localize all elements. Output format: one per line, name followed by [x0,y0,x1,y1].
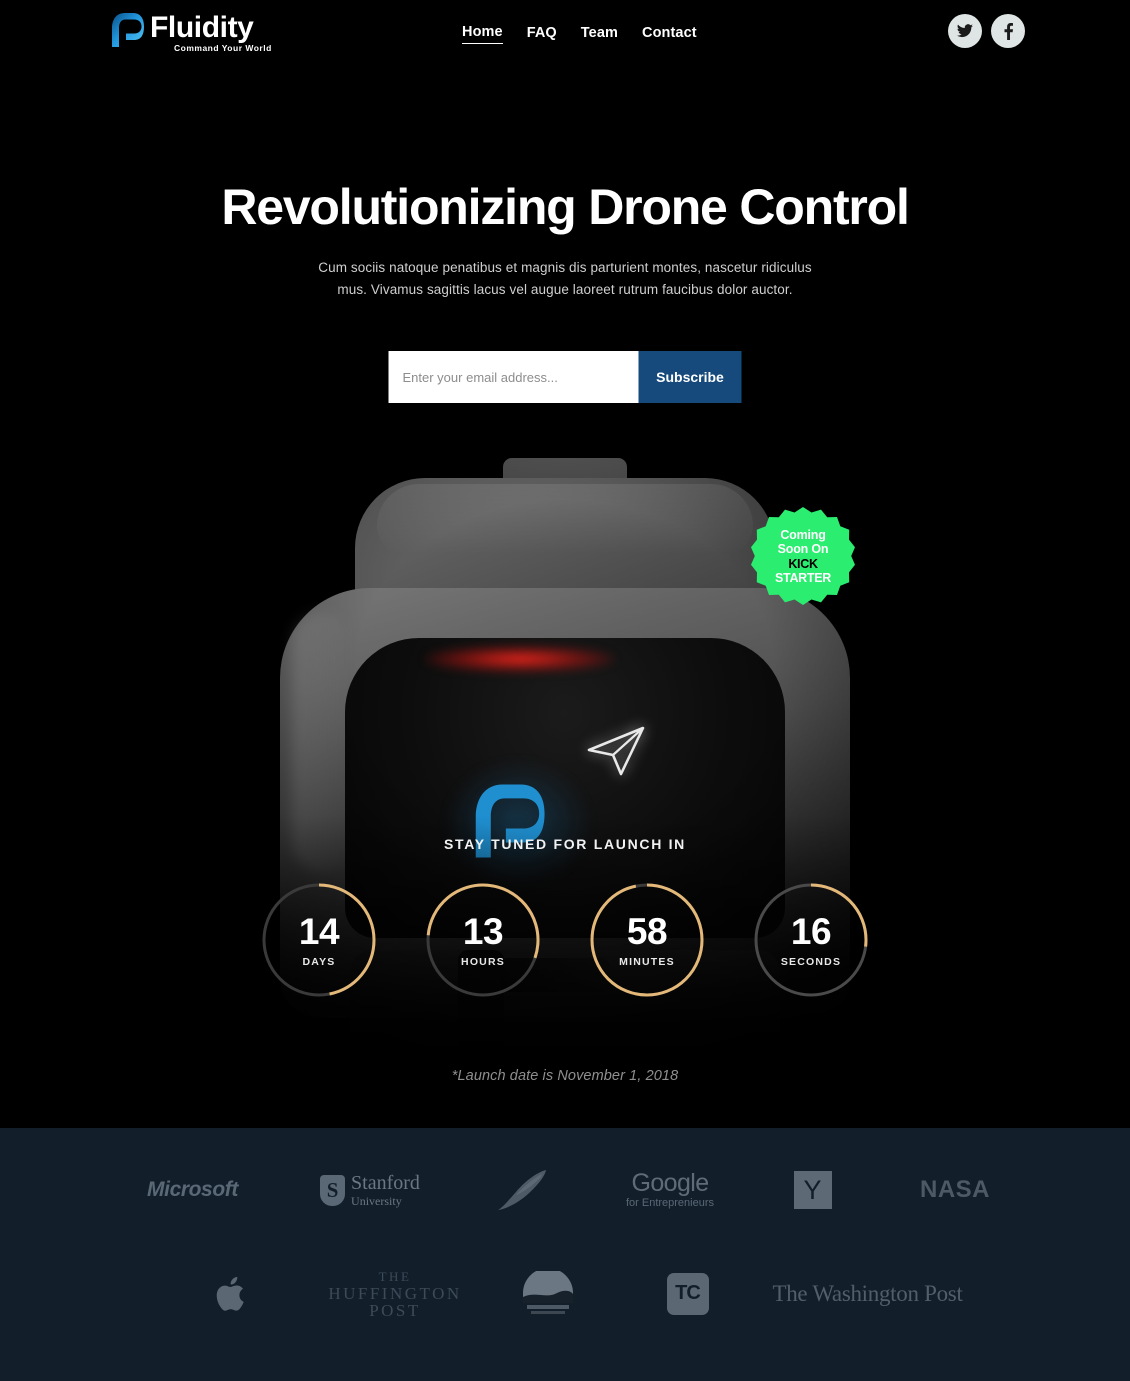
social-link-facebook[interactable] [991,14,1025,48]
partner-logo-ycombinator: Y [745,1171,880,1209]
main-nav: Home FAQ Team Contact [462,24,697,44]
kickstarter-badge[interactable]: Coming Soon On KICK STARTER [751,506,855,606]
techcrunch-logo: TC [666,1272,709,1315]
countdown-hours-value: 13 [462,910,504,952]
microsoft-logo: Microsoft [147,1178,238,1201]
nav-item-faq[interactable]: FAQ [527,25,557,44]
social-links [948,14,1025,48]
partner-logo-stanford: Stanford University [285,1171,455,1208]
page-title: Revolutionizing Drone Control [221,179,910,235]
partner-logo-google: Google for Entreprenieurs [595,1170,745,1210]
countdown-item-days: 14 DAYS [260,881,378,999]
washington-post-logo: The Washington Post [772,1280,963,1306]
partner-logo-trumbull [483,1270,613,1317]
partner-logo-wall: Microsoft Stanford University [0,1128,1130,1381]
partner-logo-nasa: NASA [880,1176,1030,1204]
subscribe-form: Subscribe [388,351,742,403]
countdown-days-unit: DAYS [302,955,336,968]
apple-logo-icon [216,1276,244,1311]
site-header: Fluidity Command Your World Home FAQ Tea… [0,0,1130,66]
google-wordmark: Google [631,1169,709,1197]
countdown-minutes-unit: MINUTES [619,955,675,968]
huffpost-line-2: HUFFINGTON [328,1284,462,1303]
countdown-days-value: 14 [298,910,340,952]
partner-logo-microsoft: Microsoft [100,1178,285,1202]
fluidity-f-mark-icon [112,13,144,47]
hero-subcopy: Cum sociis natoque penatibus et magnis d… [318,260,812,297]
logo-row-1: Microsoft Stanford University [0,1168,1130,1212]
brand-name: Fluidity [150,11,254,44]
paper-plane-icon [587,726,645,776]
partner-logo-washington-post: The Washington Post [763,1281,973,1307]
subscribe-button[interactable]: Subscribe [638,351,742,403]
stanford-seal-icon [320,1174,346,1206]
nasa-logo: NASA [919,1176,990,1203]
brand-tagline: Command Your World [174,43,272,53]
logo-row-2: THE HUFFINGTON POST TC The Washington Po… [0,1268,1130,1319]
stanford-logo: Stanford University [320,1171,420,1208]
stanford-line-1: Stanford [351,1171,420,1194]
countdown-hours-unit: HOURS [461,955,505,968]
ycombinator-logo: Y [793,1171,832,1209]
trumbull-logo-icon [522,1270,573,1314]
launch-date-note: *Launch date is November 1, 2018 [451,1068,679,1084]
facebook-icon [1004,22,1013,40]
feather-logo-icon [498,1170,546,1210]
huffpost-line-3: POST [369,1301,421,1320]
indicator-light [425,646,615,672]
google-subtitle: for Entreprenieurs [625,1197,715,1209]
twitter-icon [957,24,973,38]
product-image [0,430,1130,1130]
countdown-label: STAY TUNED FOR LAUNCH IN [444,836,686,852]
landing-page: Fluidity Command Your World Home FAQ Tea… [0,0,1130,1381]
stanford-wordmark: Stanford University [351,1171,420,1208]
countdown-seconds-value-block: 16 SECONDS [752,881,870,999]
email-input[interactable] [388,351,639,403]
brand-logo[interactable]: Fluidity Command Your World [110,10,272,53]
countdown-hours-value-block: 13 HOURS [424,881,542,999]
partner-logo-apple [158,1274,308,1314]
google-logo: Google for Entreprenieurs [626,1170,714,1210]
brand-text-block: Fluidity Command Your World [150,10,272,54]
countdown-item-minutes: 58 MINUTES [588,881,706,999]
social-link-twitter[interactable] [948,14,982,48]
partner-logo-techcrunch: TC [613,1272,763,1315]
huffpost-line-1: THE [378,1269,412,1284]
partner-logo-huffington-post: THE HUFFINGTON POST [308,1268,483,1319]
countdown-timer: 14 DAYS 13 HOURS 58 MINUTES 16 SECONDS [260,881,870,999]
countdown-days-value-block: 14 DAYS [260,881,378,999]
nav-item-team[interactable]: Team [581,25,618,44]
stanford-line-2: University [351,1193,402,1208]
countdown-minutes-value-block: 58 MINUTES [588,881,706,999]
starburst-shape-icon [751,507,855,605]
huffington-post-logo: THE HUFFINGTON POST [328,1268,461,1319]
countdown-item-hours: 13 HOURS [424,881,542,999]
countdown-seconds-unit: SECONDS [780,955,842,968]
nav-item-contact[interactable]: Contact [642,25,697,44]
nav-item-home[interactable]: Home [462,24,503,44]
countdown-seconds-value: 16 [790,910,832,952]
partner-logo-feather [455,1168,595,1212]
countdown-minutes-value: 58 [626,910,668,952]
countdown-item-seconds: 16 SECONDS [752,881,870,999]
